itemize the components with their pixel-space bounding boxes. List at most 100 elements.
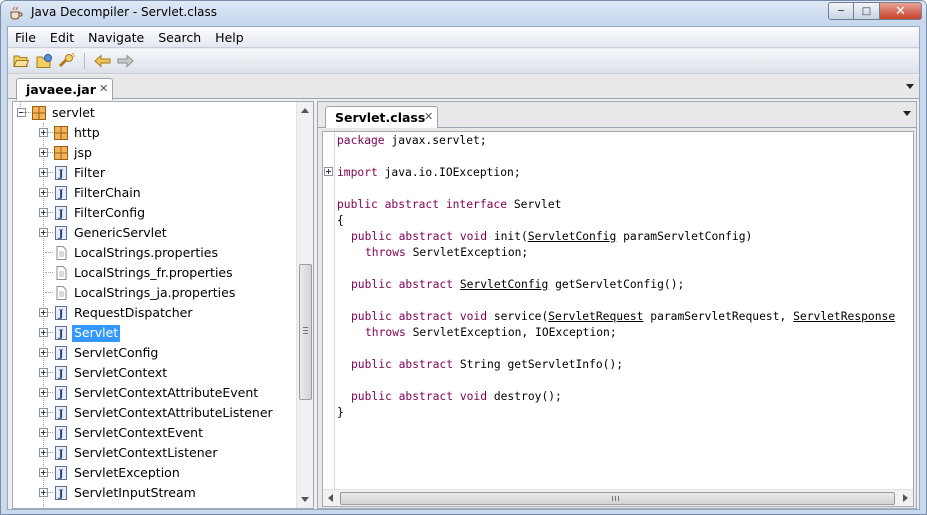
tab-list-dropdown-icon[interactable]: [903, 111, 911, 116]
menu-edit[interactable]: Edit: [43, 27, 81, 47]
code-text: Servlet: [507, 198, 562, 211]
tree-item[interactable]: http: [13, 123, 295, 143]
open-type-button[interactable]: [36, 53, 54, 69]
menu-navigate[interactable]: Navigate: [81, 27, 151, 47]
tree-item-label: RequestDispatcher: [74, 305, 193, 320]
type-link[interactable]: ServletRequest: [548, 310, 643, 323]
tree-item[interactable]: J GenericServlet: [13, 223, 295, 243]
menu-help[interactable]: Help: [208, 27, 251, 47]
file-tab-strip: javaee.jar ✕: [8, 75, 919, 100]
title-bar[interactable]: Java Decompiler - Servlet.class ─ □ ✕: [1, 1, 926, 25]
class-file-icon: J: [53, 485, 69, 501]
scroll-thumb[interactable]: [340, 492, 895, 505]
tree-vertical-scrollbar[interactable]: [296, 102, 313, 508]
source-code-view[interactable]: package javax.servlet; import java.io.IOE…: [322, 131, 914, 507]
tree-item[interactable]: J ServletContext: [13, 363, 295, 383]
properties-file-icon: [53, 245, 69, 261]
code-text: javax.servlet;: [384, 134, 487, 147]
tree-item[interactable]: J ServletInputStream: [13, 483, 295, 503]
code-keyword: throws: [365, 326, 406, 339]
scroll-down-icon[interactable]: [301, 497, 309, 502]
editor-horizontal-scrollbar[interactable]: [323, 489, 913, 506]
close-tab-icon[interactable]: ✕: [424, 111, 433, 123]
tree-item-label: LocalStrings_fr.properties: [74, 265, 233, 280]
expand-imports-icon[interactable]: [324, 167, 333, 176]
file-tab-javaee-jar[interactable]: javaee.jar ✕: [16, 78, 113, 100]
scroll-right-icon[interactable]: [903, 494, 908, 502]
tree-connector-line: [23, 112, 31, 113]
code-text: {: [337, 214, 344, 227]
tree-item[interactable]: LocalStrings_fr.properties: [13, 263, 295, 283]
back-button[interactable]: [94, 53, 112, 69]
code-text: destroy();: [487, 390, 562, 403]
tree-item[interactable]: J ServletException: [13, 463, 295, 483]
scroll-thumb[interactable]: [299, 264, 312, 400]
tree-item-label: servlet: [52, 105, 95, 120]
code-line: public abstract interface Servlet: [337, 197, 561, 213]
type-link[interactable]: ServletResponse: [793, 310, 895, 323]
tree-connector-line: [45, 252, 53, 253]
tree-connector-line: [45, 192, 53, 193]
tree-item[interactable]: J ServletConfig: [13, 343, 295, 363]
scroll-up-icon[interactable]: [301, 108, 309, 113]
svg-text:J: J: [58, 209, 64, 220]
code-text: String getServletInfo();: [453, 358, 624, 371]
code-lines[interactable]: package javax.servlet; import java.io.IOE…: [337, 132, 913, 489]
menu-search[interactable]: Search: [151, 27, 208, 47]
type-link[interactable]: ServletConfig: [528, 230, 616, 243]
tab-list-dropdown-icon[interactable]: [906, 84, 914, 89]
open-folder-icon: [13, 55, 29, 67]
tree-connector-line: [45, 132, 53, 133]
class-file-icon: J: [53, 325, 69, 341]
open-file-button[interactable]: [12, 53, 30, 69]
close-tab-icon[interactable]: ✕: [99, 83, 108, 95]
class-file-icon: J: [53, 365, 69, 381]
file-tab-label: javaee.jar: [26, 82, 96, 97]
grip-icon: [612, 496, 619, 501]
tree-connector-line: [45, 352, 53, 353]
tree-item[interactable]: J RequestDispatcher: [13, 303, 295, 323]
tree-item[interactable]: J ServletContextAttributeEvent: [13, 383, 295, 403]
tree-item[interactable]: J ServletContextListener: [13, 443, 295, 463]
tree-item[interactable]: LocalStrings_ja.properties: [13, 283, 295, 303]
editor-tab-servlet-class[interactable]: Servlet.class ✕: [325, 106, 438, 128]
code-text: ServletException;: [405, 246, 529, 259]
tree-item[interactable]: servlet: [13, 103, 295, 123]
tree-item[interactable]: J FilterChain: [13, 183, 295, 203]
svg-text:J: J: [58, 389, 64, 400]
tree-connector-line: [45, 292, 53, 293]
search-button[interactable]: [58, 53, 76, 69]
type-link[interactable]: ServletConfig: [460, 278, 548, 291]
tree-item[interactable]: J FilterConfig: [13, 203, 295, 223]
tree-item-label: ServletContext: [74, 365, 168, 380]
code-text: paramServletRequest,: [643, 310, 794, 323]
app-window: Java Decompiler - Servlet.class ─ □ ✕ Fi…: [0, 0, 927, 515]
tree-item-label: LocalStrings.properties: [74, 245, 218, 260]
tree-connector-line: [45, 452, 53, 453]
forward-button[interactable]: [116, 53, 134, 69]
menu-file[interactable]: File: [8, 27, 43, 47]
tree-connector-line: [45, 492, 53, 493]
tree-item[interactable]: LocalStrings.properties: [13, 243, 295, 263]
svg-text:J: J: [58, 489, 64, 500]
tree-item[interactable]: J Filter: [13, 163, 295, 183]
code-keyword: public abstract interface: [337, 198, 508, 211]
code-line: package javax.servlet;: [337, 133, 487, 149]
main-client-area: File Edit Navigate Search Help javaee.ja…: [7, 26, 920, 510]
tree-item[interactable]: J ServletContextEvent: [13, 423, 295, 443]
maximize-button[interactable]: □: [854, 2, 880, 20]
tree-item[interactable]: jsp: [13, 143, 295, 163]
code-keyword: import: [337, 166, 378, 179]
tree-item-label: jsp: [74, 145, 92, 160]
code-line: public abstract void destroy();: [351, 389, 562, 405]
grip-icon: [303, 327, 308, 334]
svg-text:J: J: [58, 229, 64, 240]
tree-connector-line: [45, 392, 53, 393]
tree-item[interactable]: J ServletContextAttributeListener: [13, 403, 295, 423]
scroll-left-icon[interactable]: [328, 494, 333, 502]
package-icon: [53, 125, 69, 141]
tree-item[interactable]: J Servlet: [13, 323, 295, 343]
close-window-button[interactable]: ✕: [880, 2, 922, 20]
code-line: }: [337, 405, 344, 421]
minimize-button[interactable]: ─: [828, 2, 854, 20]
